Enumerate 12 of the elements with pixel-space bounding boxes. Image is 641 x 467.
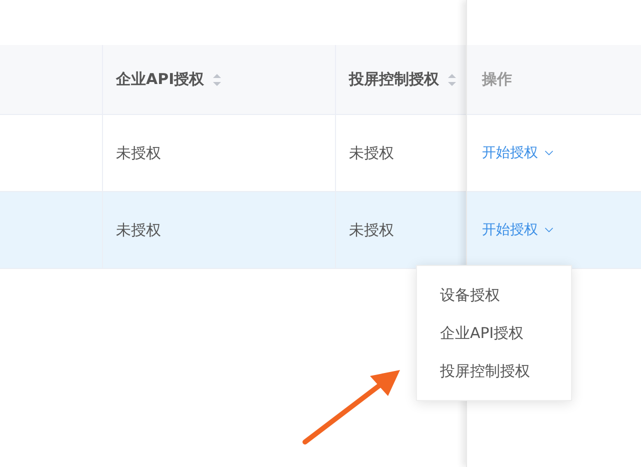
table-cell: 未授权	[116, 144, 161, 162]
table-cell: 未授权	[116, 220, 161, 240]
menu-item[interactable]: 投屏控制授权	[417, 352, 571, 390]
table-cell: 未授权	[349, 144, 394, 162]
column-header: 操作	[482, 70, 512, 89]
sort-icon[interactable]	[212, 72, 222, 86]
sort-icon[interactable]	[447, 72, 457, 86]
column-header: 企业API授权	[116, 70, 204, 89]
menu-item[interactable]: 企业API授权	[417, 314, 571, 352]
menu-item[interactable]: 设备授权	[417, 276, 571, 314]
column-header: 投屏控制授权	[349, 70, 439, 89]
table-cell: 未授权	[349, 220, 394, 240]
